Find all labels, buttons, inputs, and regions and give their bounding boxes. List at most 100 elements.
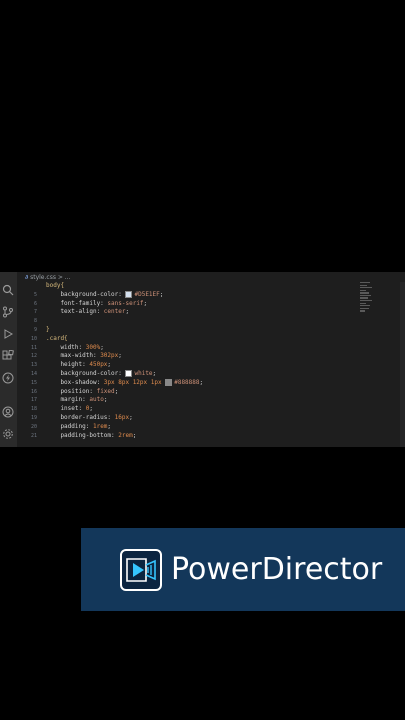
code-line[interactable]: font-family: sans-serif;	[46, 300, 203, 309]
line-number: 10	[30, 335, 37, 342]
code-token: 450px	[89, 361, 108, 369]
code-token: auto	[89, 396, 104, 404]
code-line[interactable]: max-width: 302px;	[46, 352, 203, 361]
code-token: width:	[46, 343, 86, 351]
code-line[interactable]: box-shadow: 3px 8px 12px 1px #888888;	[46, 378, 204, 388]
code-token: font-family:	[46, 299, 108, 307]
line-number: 16	[30, 388, 37, 395]
lightning-icon[interactable]	[2, 372, 14, 384]
search-icon[interactable]	[2, 284, 14, 296]
line-number: 6	[33, 300, 37, 307]
line-number: 8	[33, 318, 37, 325]
code-token: body{	[46, 282, 65, 289]
code-token: #D5E1EF	[134, 290, 160, 298]
code-line[interactable]: padding: 1rem;	[46, 423, 203, 432]
code-token: ;	[118, 352, 122, 360]
activity-bar	[0, 272, 17, 447]
code-line[interactable]: background-color: #D5E1EF;	[46, 290, 203, 300]
code-token: ;	[143, 299, 148, 307]
extensions-icon[interactable]	[2, 350, 14, 362]
line-number: 17	[30, 397, 37, 404]
code-token: center	[103, 308, 126, 316]
line-number	[17, 282, 41, 291]
minimap[interactable]	[360, 282, 374, 316]
code-line[interactable]: background-color: white;	[46, 369, 203, 379]
code-token: ;	[107, 361, 112, 369]
code-token: 1rem	[92, 422, 108, 430]
code-token: padding:	[46, 422, 93, 430]
brand-name: PowerDirector	[171, 552, 383, 587]
line-number: 18	[30, 406, 37, 413]
line-number: 9	[33, 326, 37, 333]
code-token: .card{	[46, 334, 68, 342]
breadcrumb-bar: ∂ style.css > ...	[17, 272, 405, 282]
code-token: ;	[100, 343, 104, 351]
code-line[interactable]	[46, 317, 203, 326]
line-number: 15	[30, 379, 37, 386]
code-token: inset:	[46, 405, 86, 413]
code-token: 300%	[85, 343, 101, 351]
code-line[interactable]: border-radius: 16px;	[46, 414, 203, 423]
run-debug-icon[interactable]	[2, 328, 14, 340]
code-line[interactable]: height: 450px;	[46, 361, 203, 370]
code-token: ;	[103, 396, 108, 404]
code-token: 3px 8px 12px 1px	[103, 378, 166, 386]
code-line[interactable]: inset: 0;	[46, 405, 203, 414]
color-swatch[interactable]	[165, 378, 173, 386]
vertical-scrollbar[interactable]	[400, 282, 405, 447]
code-token: ;	[152, 369, 157, 377]
code-line[interactable]: body{	[46, 282, 203, 291]
code-token: #888888	[174, 378, 200, 386]
code-token: ;	[132, 431, 137, 439]
code-token: position:	[46, 387, 97, 395]
code-token: background-color:	[46, 369, 126, 377]
code-token: text-align:	[46, 308, 104, 316]
code-token: height:	[46, 361, 90, 369]
line-number: 14	[30, 370, 37, 377]
account-icon[interactable]	[2, 406, 14, 418]
watermark-banner: PowerDirector	[81, 528, 405, 611]
line-number: 21	[30, 432, 37, 439]
code-token: ;	[114, 387, 119, 395]
code-token: 302px	[100, 352, 119, 360]
code-token: sans-serif	[107, 299, 144, 307]
code-line[interactable]: .card{	[46, 335, 203, 344]
code-token: ;	[199, 378, 204, 386]
code-token: ;	[107, 422, 112, 430]
code-token: ;	[129, 413, 133, 421]
code-editor: ∂ style.css > ... 5 6 7 8 9 10 11 12 13 14 15 16 17 18…	[0, 272, 405, 447]
code-token: ;	[89, 405, 93, 413]
code-line[interactable]: margin: auto;	[46, 396, 203, 405]
powerdirector-logo-icon	[120, 549, 162, 591]
code-token: padding-bottom:	[46, 431, 119, 439]
line-number: 19	[30, 414, 37, 421]
line-number: 13	[30, 362, 37, 369]
code-token: ;	[159, 290, 164, 298]
line-number: 12	[30, 353, 37, 360]
code-line[interactable]: position: fixed;	[46, 388, 203, 397]
code-token: background-color:	[46, 290, 126, 298]
line-number: 7	[33, 309, 37, 316]
color-swatch[interactable]	[125, 290, 133, 298]
code-line[interactable]: width: 300%;	[46, 344, 203, 353]
source-control-icon[interactable]	[2, 306, 14, 318]
line-number: 20	[30, 423, 37, 430]
breadcrumb-text: style.css > ...	[30, 274, 71, 281]
code-token: 16px	[114, 413, 130, 421]
color-swatch[interactable]	[125, 369, 133, 377]
code-line[interactable]: text-align: center;	[46, 308, 203, 317]
code-token: border-radius:	[46, 413, 115, 421]
code-content[interactable]: body{ background-color: #D5E1EF; font-fa…	[46, 282, 203, 440]
code-token: max-width:	[46, 352, 101, 360]
code-token: white	[134, 369, 153, 377]
code-line[interactable]: }	[46, 326, 203, 335]
code-token: margin:	[46, 396, 90, 404]
breadcrumb[interactable]: ∂ style.css > ...	[25, 274, 71, 281]
code-line[interactable]: padding-bottom: 2rem;	[46, 432, 203, 441]
settings-icon[interactable]	[2, 428, 14, 440]
code-token: 2rem	[118, 431, 133, 439]
code-token: box-shadow:	[46, 378, 104, 386]
line-number: 11	[30, 344, 37, 351]
code-token: }	[46, 325, 50, 333]
css-file-icon: ∂	[25, 274, 29, 281]
